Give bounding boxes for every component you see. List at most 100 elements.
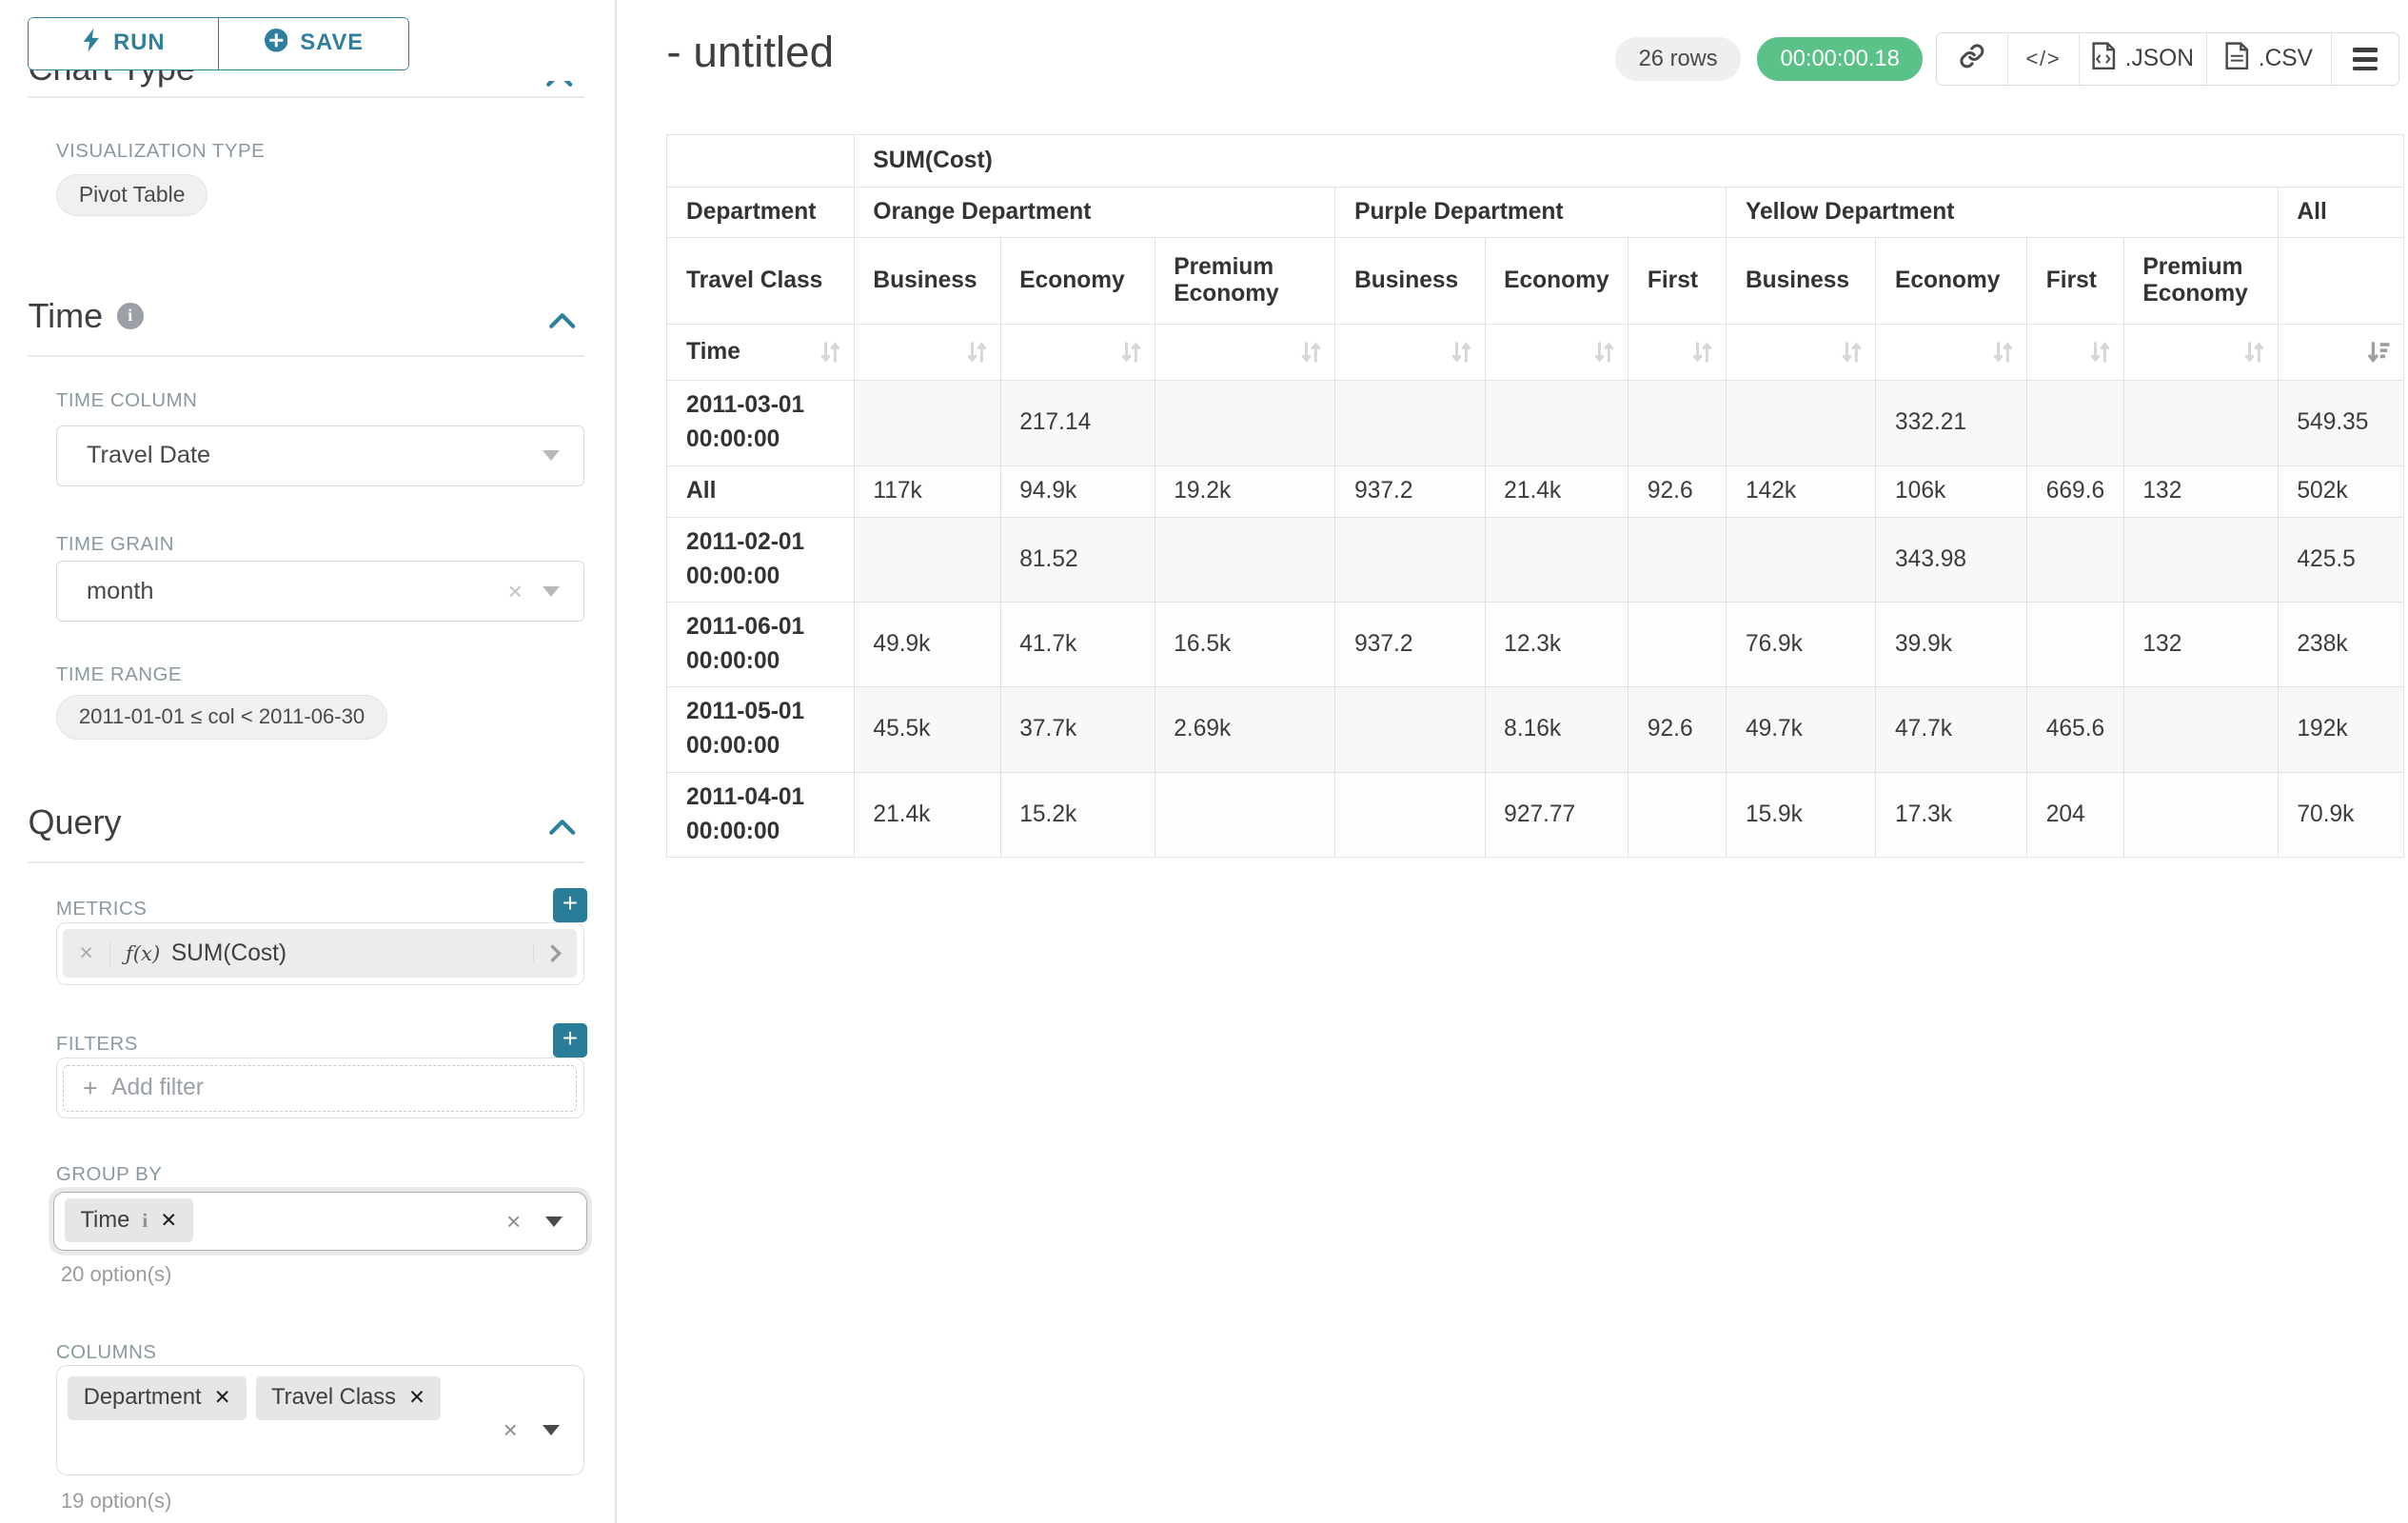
export-toolbar: </> .JSON .CSV bbox=[1936, 32, 2398, 86]
sort-icon[interactable] bbox=[1593, 341, 1615, 365]
caret-down-icon[interactable] bbox=[543, 1425, 560, 1435]
add-filter-dropzone[interactable]: + Add filter bbox=[63, 1065, 577, 1112]
query-section-heading: Query bbox=[28, 802, 121, 842]
column-header: Business bbox=[854, 237, 1000, 325]
columns-label: COLUMNS bbox=[56, 1341, 157, 1364]
clear-icon[interactable]: × bbox=[503, 1415, 518, 1445]
column-header: Economy bbox=[1485, 237, 1628, 325]
sort-header-cell[interactable] bbox=[1335, 325, 1485, 381]
sort-header-cell[interactable] bbox=[1000, 325, 1155, 381]
caret-down-icon[interactable] bbox=[545, 1216, 563, 1227]
chevron-right-icon[interactable] bbox=[533, 943, 577, 963]
time-sort-header[interactable]: Time bbox=[667, 325, 854, 381]
sort-icon[interactable] bbox=[1300, 341, 1322, 365]
sort-icon[interactable] bbox=[966, 341, 988, 365]
pivot-cell bbox=[2123, 772, 2278, 857]
remove-metric-icon[interactable]: × bbox=[63, 940, 109, 967]
sort-icon[interactable] bbox=[2089, 341, 2111, 365]
group-by-select[interactable]: Timei✕ × bbox=[53, 1192, 587, 1251]
section-divider bbox=[28, 355, 583, 357]
sort-icon[interactable] bbox=[819, 341, 841, 365]
token-label: Department bbox=[84, 1385, 202, 1411]
metric-token[interactable]: × ƒ(x) SUM(Cost) bbox=[63, 929, 577, 978]
clear-icon[interactable]: × bbox=[508, 577, 523, 606]
token-chip[interactable]: Travel Class✕ bbox=[256, 1376, 442, 1420]
time-column-select[interactable]: Travel Date bbox=[56, 425, 584, 486]
share-link-button[interactable] bbox=[1937, 33, 2007, 85]
pivot-cell: 37.7k bbox=[1000, 687, 1155, 772]
row-count-badge: 26 rows bbox=[1615, 37, 1741, 81]
sort-header-cell[interactable] bbox=[1628, 325, 1727, 381]
panel-divider[interactable] bbox=[615, 0, 617, 1523]
sort-icon[interactable] bbox=[1841, 341, 1863, 365]
pivot-cell: 41.7k bbox=[1000, 602, 1155, 686]
sort-descending-icon[interactable] bbox=[2366, 341, 2391, 365]
link-icon bbox=[1959, 43, 1985, 76]
sort-icon[interactable] bbox=[1120, 341, 1142, 365]
export-csv-label: .CSV bbox=[2259, 46, 2313, 72]
sort-header-cell[interactable] bbox=[2123, 325, 2278, 381]
pivot-cell bbox=[854, 517, 1000, 602]
visualization-type-label: VISUALIZATION TYPE bbox=[56, 140, 265, 163]
column-group-header: Orange Department bbox=[854, 188, 1335, 237]
remove-token-icon[interactable]: ✕ bbox=[160, 1209, 177, 1233]
more-options-button[interactable] bbox=[2331, 33, 2398, 85]
section-divider bbox=[28, 861, 583, 863]
add-filter-button[interactable]: + bbox=[553, 1023, 587, 1058]
time-range-pill[interactable]: 2011-01-01 ≤ col < 2011-06-30 bbox=[56, 695, 387, 740]
run-button[interactable]: RUN bbox=[29, 18, 219, 69]
sort-icon[interactable] bbox=[2243, 341, 2265, 365]
chevron-up-icon[interactable] bbox=[548, 307, 576, 336]
column-header: Economy bbox=[1876, 237, 2027, 325]
pivot-cell bbox=[1628, 772, 1727, 857]
pivot-cell: 669.6 bbox=[2027, 465, 2124, 517]
token-chip[interactable]: Department ✕ bbox=[68, 1376, 247, 1420]
export-csv-button[interactable]: .CSV bbox=[2206, 33, 2331, 85]
sort-header-cell[interactable] bbox=[1876, 325, 2027, 381]
sort-icon[interactable] bbox=[1691, 341, 1713, 365]
columns-select[interactable]: Department✕Travel Class✕ × bbox=[56, 1365, 584, 1475]
sort-icon[interactable] bbox=[1992, 341, 2014, 365]
clear-icon[interactable]: × bbox=[506, 1207, 521, 1236]
pivot-cell bbox=[1628, 517, 1727, 602]
column-group-header: Purple Department bbox=[1335, 188, 1727, 237]
pivot-row-label: 2011-05-01 00:00:00 bbox=[667, 687, 854, 772]
column-group-header: Yellow Department bbox=[1727, 188, 2278, 237]
time-grain-select[interactable]: month × bbox=[56, 561, 584, 622]
pivot-cell: 70.9k bbox=[2278, 772, 2404, 857]
sort-header-cell[interactable] bbox=[854, 325, 1000, 381]
view-query-button[interactable]: </> bbox=[2007, 33, 2079, 85]
pivot-cell: 117k bbox=[854, 465, 1000, 517]
info-icon: i bbox=[117, 303, 144, 329]
group-by-options-hint: 20 option(s) bbox=[61, 1262, 172, 1287]
chevron-up-icon[interactable] bbox=[548, 813, 576, 842]
pivot-cell: 49.7k bbox=[1727, 687, 1876, 772]
sort-icon[interactable] bbox=[1451, 341, 1472, 365]
pivot-cell: 45.5k bbox=[854, 687, 1000, 772]
pivot-cell: 12.3k bbox=[1485, 602, 1628, 686]
pivot-cell: 343.98 bbox=[1876, 517, 2027, 602]
pivot-cell bbox=[1727, 381, 1876, 465]
save-button[interactable]: SAVE bbox=[219, 18, 408, 69]
sort-header-cell[interactable] bbox=[1155, 325, 1335, 381]
sort-header-cell[interactable] bbox=[2027, 325, 2124, 381]
pivot-table: SUM(Cost)DepartmentOrange DepartmentPurp… bbox=[666, 134, 2404, 858]
pivot-cell bbox=[2027, 517, 2124, 602]
sort-header-cell[interactable] bbox=[2278, 325, 2404, 381]
token-chip[interactable]: Timei✕ bbox=[65, 1198, 192, 1242]
chart-title: - untitled bbox=[666, 28, 834, 77]
pivot-cell: 132 bbox=[2123, 602, 2278, 686]
pivot-cell bbox=[2027, 381, 2124, 465]
sort-header-cell[interactable] bbox=[1727, 325, 1876, 381]
export-json-button[interactable]: .JSON bbox=[2079, 33, 2206, 85]
pivot-cell: 8.16k bbox=[1485, 687, 1628, 772]
pivot-cell bbox=[2123, 381, 2278, 465]
pivot-cell bbox=[1155, 517, 1335, 602]
viz-type-pill[interactable]: Pivot Table bbox=[56, 174, 207, 216]
add-metric-button[interactable]: + bbox=[553, 888, 587, 922]
pivot-cell: 47.7k bbox=[1876, 687, 2027, 772]
remove-token-icon[interactable]: ✕ bbox=[408, 1386, 425, 1410]
sort-header-cell[interactable] bbox=[1485, 325, 1628, 381]
remove-token-icon[interactable]: ✕ bbox=[214, 1386, 231, 1410]
chevron-up-icon[interactable] bbox=[545, 81, 580, 90]
